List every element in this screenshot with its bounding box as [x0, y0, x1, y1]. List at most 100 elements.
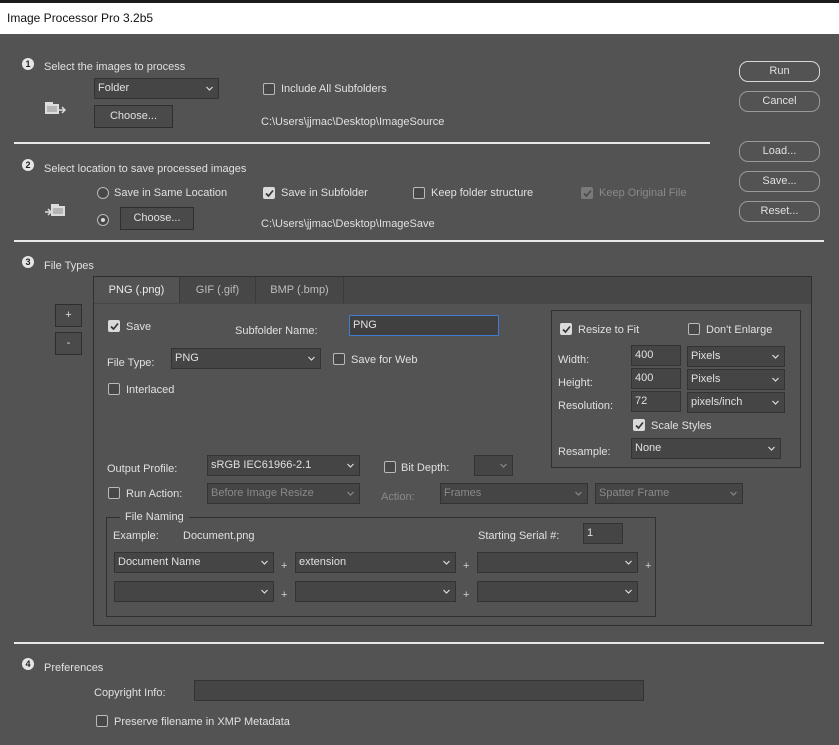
section-1-title: Select the images to process [44, 61, 186, 73]
file-type-label: File Type: [107, 357, 155, 369]
naming-field-2[interactable]: extension [295, 552, 456, 573]
example-label: Example: [113, 530, 159, 542]
save-settings-button[interactable]: Save... [739, 171, 820, 192]
chevron-down-icon [625, 560, 632, 565]
keep-original-file-checkbox [581, 187, 593, 199]
starting-serial-input[interactable]: 1 [583, 523, 623, 544]
output-profile-label: Output Profile: [107, 463, 178, 475]
action-select: Spatter Frame [595, 483, 743, 504]
remove-file-type-button[interactable]: - [55, 332, 82, 355]
chevron-down-icon [500, 463, 507, 468]
width-label: Width: [558, 354, 590, 366]
include-subfolders-checkbox[interactable] [263, 83, 275, 95]
width-input[interactable]: 400 [631, 345, 681, 366]
scale-styles-checkbox[interactable] [633, 419, 645, 431]
chevron-down-icon [625, 589, 632, 594]
save-in-subfolder-label: Save in Subfolder [281, 187, 368, 199]
height-input[interactable]: 400 [631, 368, 681, 389]
keep-folder-structure-checkbox[interactable] [413, 187, 425, 199]
run-button[interactable]: Run [739, 61, 820, 82]
checkmark-icon [583, 189, 592, 198]
resample-label: Resample: [558, 446, 611, 458]
bit-depth-checkbox[interactable] [384, 461, 396, 473]
action-set-select: Frames [440, 483, 588, 504]
source-select-value: Folder [98, 82, 130, 94]
checkmark-icon [110, 322, 119, 331]
save-png-label: Save [126, 321, 152, 333]
folder-destination-icon [44, 203, 66, 219]
chevron-down-icon [730, 491, 737, 496]
section-divider [14, 240, 824, 242]
save-png-checkbox[interactable] [108, 320, 120, 332]
height-label: Height: [558, 377, 593, 389]
reset-button[interactable]: Reset... [739, 201, 820, 222]
naming-field-6[interactable] [477, 581, 638, 602]
cancel-button[interactable]: Cancel [739, 91, 820, 112]
dont-enlarge-label: Don't Enlarge [706, 324, 773, 336]
copyright-input[interactable] [194, 680, 644, 701]
chevron-down-icon [768, 446, 775, 451]
section-divider [14, 642, 824, 644]
plus-separator: + [463, 589, 470, 601]
source-select[interactable]: Folder [94, 78, 219, 99]
chevron-down-icon [261, 560, 268, 565]
naming-field-3[interactable] [477, 552, 638, 573]
bit-depth-label: Bit Depth: [401, 462, 450, 474]
example-value: Document.png [183, 530, 255, 542]
run-action-timing-select: Before Image Resize [207, 483, 360, 504]
chevron-down-icon [443, 589, 450, 594]
interlaced-checkbox[interactable] [108, 383, 120, 395]
output-profile-select[interactable]: sRGB IEC61966-2.1 [207, 455, 360, 476]
section-4-number: 4 [22, 658, 34, 670]
choose-source-button[interactable]: Choose... [94, 105, 173, 128]
plus-separator: + [463, 560, 470, 572]
resolution-input[interactable]: 72 [631, 391, 681, 412]
height-unit-select[interactable]: Pixels [687, 369, 785, 390]
plus-separator: + [281, 589, 288, 601]
source-path: C:\Users\jjmac\Desktop\ImageSource [261, 116, 445, 128]
keep-original-file-label: Keep Original File [599, 187, 687, 199]
load-button[interactable]: Load... [739, 141, 820, 162]
window-title-bar: Image Processor Pro 3.2b5 [0, 0, 839, 34]
naming-field-1[interactable]: Document Name [114, 552, 274, 573]
dont-enlarge-checkbox[interactable] [688, 323, 700, 335]
same-location-label: Save in Same Location [114, 187, 228, 199]
preserve-filename-label: Preserve filename in XMP Metadata [114, 716, 290, 728]
save-in-subfolder-checkbox[interactable] [263, 187, 275, 199]
window-title: Image Processor Pro 3.2b5 [7, 11, 154, 25]
resize-to-fit-checkbox[interactable] [560, 323, 572, 335]
save-for-web-checkbox[interactable] [333, 353, 345, 365]
run-action-label: Run Action: [126, 488, 183, 500]
copyright-label: Copyright Info: [94, 687, 166, 699]
resample-select[interactable]: None [631, 438, 781, 459]
resolution-unit-select[interactable]: pixels/inch [687, 392, 785, 413]
add-file-type-button[interactable]: + [55, 304, 82, 327]
scale-styles-label: Scale Styles [651, 420, 712, 432]
naming-field-4[interactable] [114, 581, 274, 602]
tab-gif[interactable]: GIF (.gif) [180, 277, 256, 303]
section-1-number: 1 [22, 58, 34, 70]
run-action-checkbox[interactable] [108, 487, 120, 499]
destination-path: C:\Users\jjmac\Desktop\ImageSave [261, 218, 435, 230]
folder-source-icon [44, 101, 67, 117]
tab-bmp[interactable]: BMP (.bmp) [256, 277, 344, 303]
section-2-title: Select location to save processed images [44, 163, 247, 175]
interlaced-label: Interlaced [126, 384, 175, 396]
preserve-filename-checkbox[interactable] [96, 715, 108, 727]
checkmark-icon [635, 421, 644, 430]
file-type-select[interactable]: PNG [171, 348, 321, 369]
same-location-radio[interactable] [97, 187, 109, 199]
choose-destination-button[interactable]: Choose... [120, 207, 194, 230]
output-profile-value: sRGB IEC61966-2.1 [211, 459, 312, 471]
width-unit-select[interactable]: Pixels [687, 346, 785, 367]
plus-separator: + [645, 560, 652, 572]
chevron-down-icon [261, 589, 268, 594]
subfolder-name-input[interactable]: PNG [349, 315, 499, 336]
chevron-down-icon [347, 463, 354, 468]
section-2-number: 2 [22, 159, 34, 171]
tab-png[interactable]: PNG (.png) [94, 277, 180, 303]
naming-field-5[interactable] [295, 581, 456, 602]
choose-location-radio[interactable] [97, 214, 109, 226]
include-subfolders-label: Include All Subfolders [281, 83, 387, 95]
chevron-down-icon [443, 560, 450, 565]
